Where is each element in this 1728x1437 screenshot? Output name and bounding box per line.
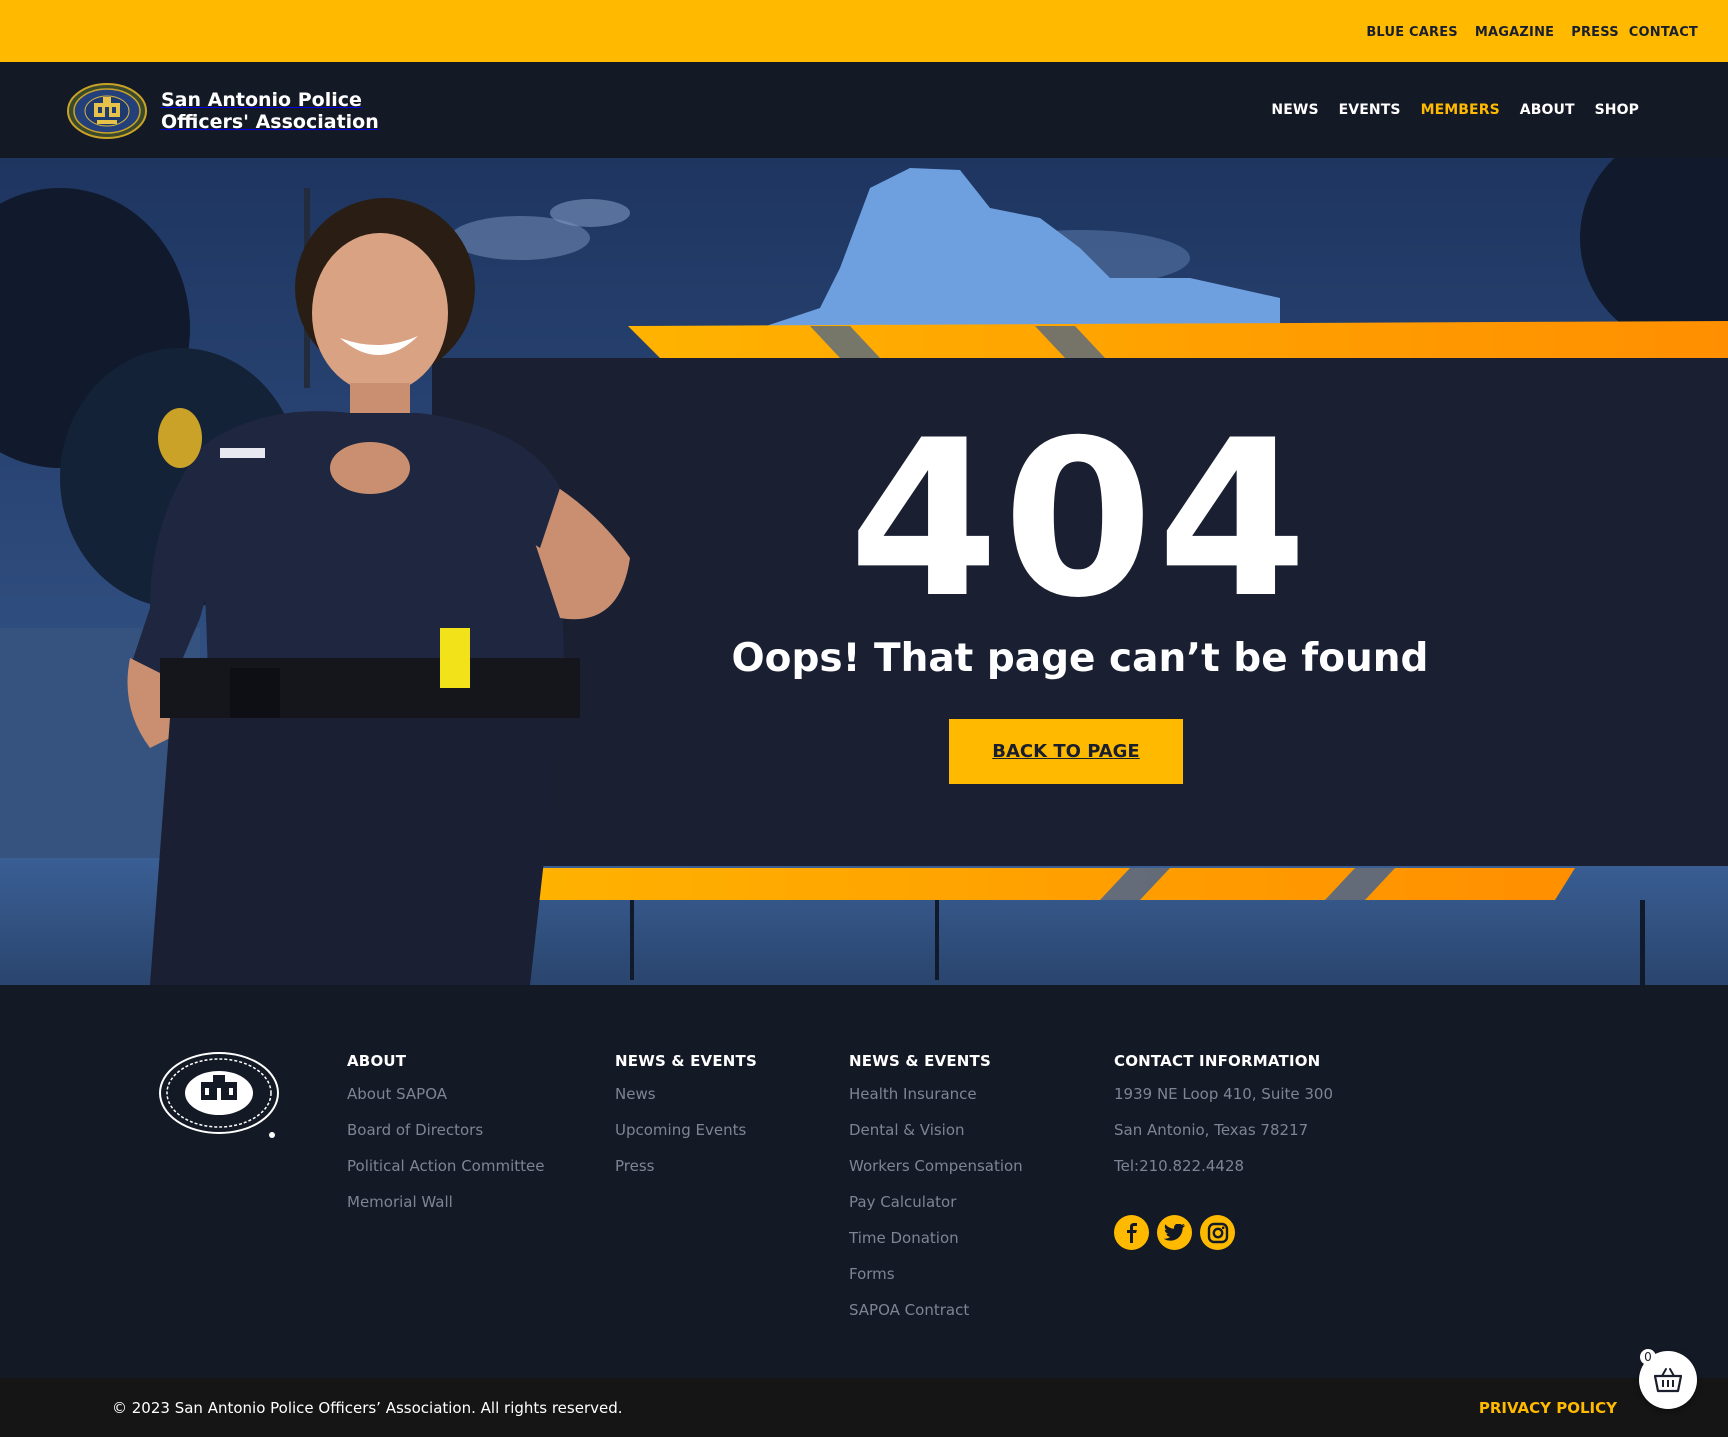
social-links xyxy=(1114,1215,1235,1250)
footer-link[interactable]: Press xyxy=(615,1155,757,1191)
basket-icon xyxy=(1653,1368,1683,1393)
nav-members[interactable]: MEMBERS xyxy=(1421,102,1500,118)
footer-link[interactable]: Political Action Committee xyxy=(347,1155,544,1191)
brand-name-line2: Officers' Association xyxy=(161,111,379,133)
nav-about[interactable]: ABOUT xyxy=(1520,102,1575,118)
footer-link[interactable]: Pay Calculator xyxy=(849,1191,1023,1227)
instagram-icon[interactable] xyxy=(1200,1215,1235,1250)
brand-home-link[interactable]: San Antonio Police Officers' Association xyxy=(67,83,391,139)
error-code: 404 xyxy=(848,394,1312,645)
nav-news[interactable]: NEWS xyxy=(1271,102,1318,118)
twitter-icon[interactable] xyxy=(1157,1215,1192,1250)
footer-col-about: ABOUT About SAPOA Board of Directors Pol… xyxy=(347,1052,544,1227)
cart-count-badge: 0 xyxy=(1640,1349,1656,1365)
footer-link[interactable]: News xyxy=(615,1083,757,1119)
footer-heading: CONTACT INFORMATION xyxy=(1114,1052,1321,1070)
utility-link-magazine[interactable]: MAGAZINE xyxy=(1475,25,1554,40)
nav-shop[interactable]: SHOP xyxy=(1595,102,1639,118)
footer-link[interactable]: Upcoming Events xyxy=(615,1119,757,1155)
footer-link[interactable]: Workers Compensation xyxy=(849,1155,1023,1191)
footer-heading: NEWS & EVENTS xyxy=(615,1052,757,1070)
footer-link[interactable]: Forms xyxy=(849,1263,1023,1299)
footer-heading: NEWS & EVENTS xyxy=(849,1052,991,1070)
error-message: Oops! That page can’t be found xyxy=(731,636,1429,681)
brand-name-line1: San Antonio Police xyxy=(161,89,362,111)
privacy-policy-link[interactable]: PRIVACY POLICY xyxy=(1479,1399,1617,1417)
main-nav: NEWS EVENTS MEMBERS ABOUT SHOP xyxy=(1251,102,1639,118)
footer-heading: ABOUT xyxy=(347,1052,407,1070)
brand-name: San Antonio Police Officers' Association xyxy=(161,89,391,133)
contact-address: 1939 NE Loop 410, Suite 300 xyxy=(1114,1085,1334,1103)
site-footer: ABOUT About SAPOA Board of Directors Pol… xyxy=(0,985,1728,1378)
footer-link[interactable]: SAPOA Contract xyxy=(849,1299,1023,1335)
contact-city: San Antonio, Texas 78217 xyxy=(1114,1121,1309,1139)
bottom-bar: © 2023 San Antonio Police Officers’ Asso… xyxy=(0,1378,1728,1437)
footer-col-contact: CONTACT INFORMATION 1939 NE Loop 410, Su… xyxy=(1114,1052,1333,1191)
footer-link[interactable]: Time Donation xyxy=(849,1227,1023,1263)
association-seal-icon xyxy=(159,1052,279,1138)
footer-link[interactable]: Memorial Wall xyxy=(347,1191,544,1227)
footer-col-news-events: NEWS & EVENTS News Upcoming Events Press xyxy=(615,1052,757,1191)
facebook-icon[interactable] xyxy=(1114,1215,1149,1250)
utility-link-press[interactable]: PRESS xyxy=(1571,25,1619,40)
utility-nav: BLUE CARES MAGAZINE PRESS CONTACT xyxy=(1366,25,1698,40)
footer-link[interactable]: About SAPOA xyxy=(347,1083,544,1119)
nav-events[interactable]: EVENTS xyxy=(1339,102,1401,118)
utility-bar: BLUE CARES MAGAZINE PRESS CONTACT xyxy=(0,0,1728,62)
utility-link-contact[interactable]: CONTACT xyxy=(1629,25,1698,40)
copyright-text: © 2023 San Antonio Police Officers’ Asso… xyxy=(112,1399,623,1417)
footer-col-member-benefits: NEWS & EVENTS Health Insurance Dental & … xyxy=(849,1052,1023,1335)
footer-link[interactable]: Dental & Vision xyxy=(849,1119,1023,1155)
hero-section: 404 Oops! That page can’t be found BACK … xyxy=(0,158,1728,985)
footer-link[interactable]: Board of Directors xyxy=(347,1119,544,1155)
site-header: San Antonio Police Officers' Association… xyxy=(0,62,1728,158)
footer-link[interactable]: Health Insurance xyxy=(849,1083,1023,1119)
badge-seal-icon xyxy=(67,83,147,139)
back-to-page-button[interactable]: BACK TO PAGE xyxy=(949,719,1183,784)
contact-phone: Tel:210.822.4428 xyxy=(1114,1157,1245,1175)
utility-link-blue-cares[interactable]: BLUE CARES xyxy=(1366,25,1458,40)
